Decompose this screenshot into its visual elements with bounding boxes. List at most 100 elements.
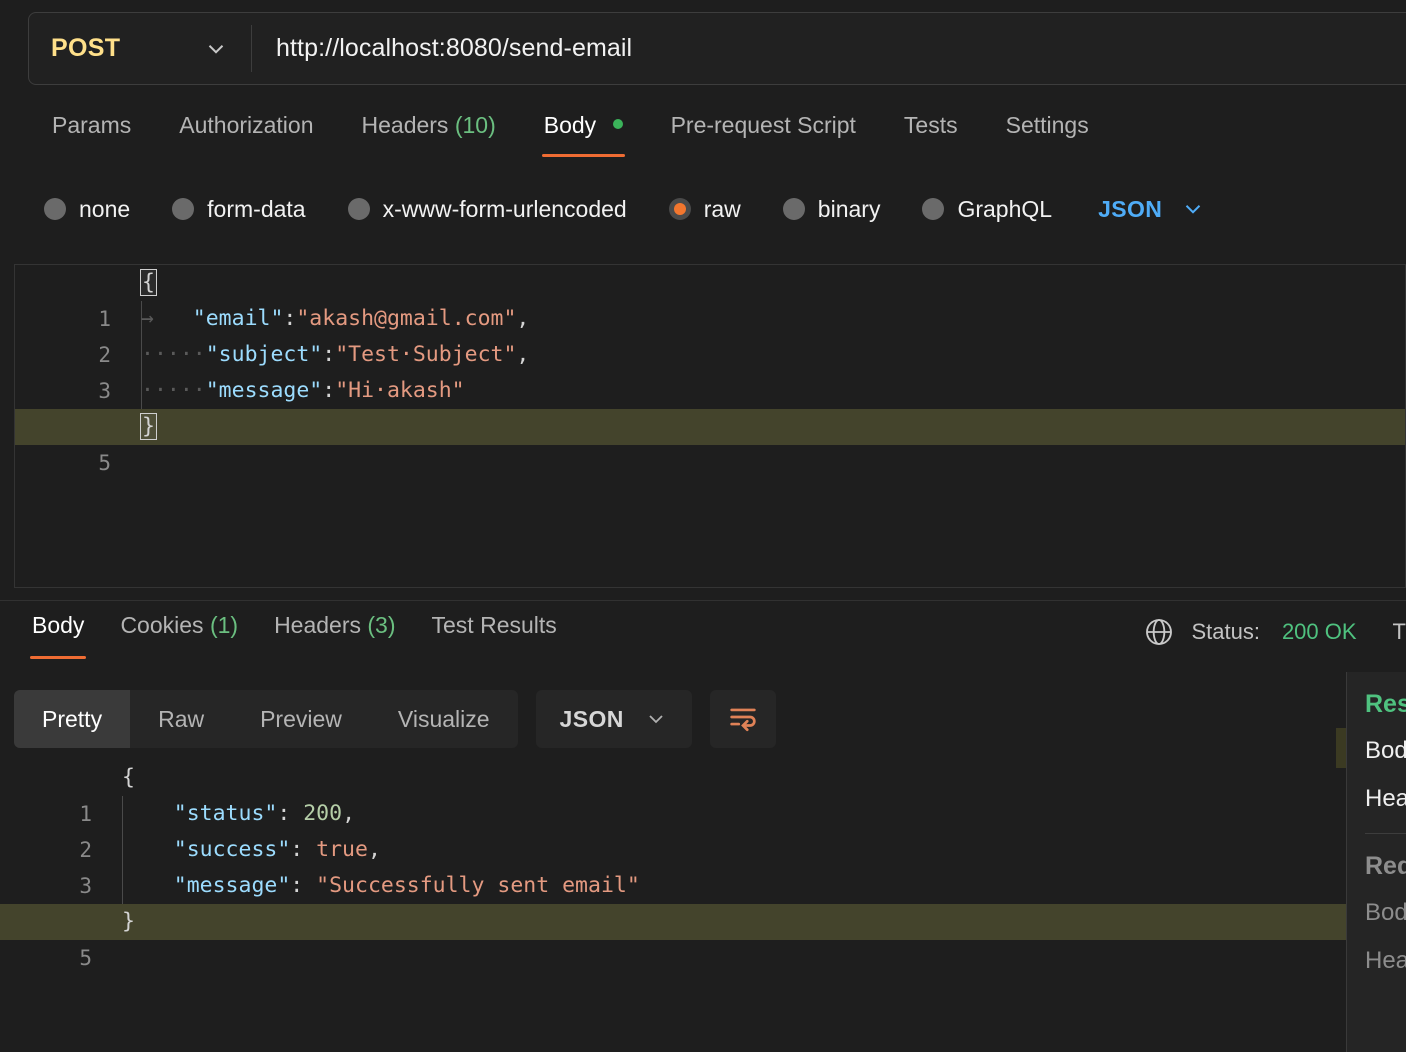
response-tab-cookies-count: (1) (210, 612, 238, 638)
tab-headers[interactable]: Headers (10) (338, 108, 520, 157)
word-wrap-button[interactable] (710, 690, 776, 748)
tab-indent-marker: → (141, 306, 154, 331)
json-key: "message" (174, 873, 291, 898)
side-panel-response-heading: Res (1365, 690, 1406, 719)
code-line: 2 "status": 200, (0, 796, 1406, 832)
json-value: 200 (303, 801, 342, 826)
line-number: 5 (0, 940, 92, 976)
body-type-form-data-label: form-data (207, 196, 305, 223)
request-body-editor[interactable]: 1 { 2 → "email":"akash@gmail.com", 3 ···… (14, 264, 1406, 588)
view-mode-pretty-label: Pretty (42, 706, 102, 733)
side-panel-edge-highlight (1336, 728, 1346, 768)
json-value: "akash@gmail.com" (296, 306, 516, 331)
chevron-down-icon (1180, 196, 1206, 222)
tab-settings-label: Settings (1006, 112, 1089, 138)
url-input[interactable]: http://localhost:8080/send-email (252, 13, 1406, 84)
indent (122, 837, 174, 862)
code-line-active: 5 } (15, 409, 1405, 445)
tab-tests[interactable]: Tests (880, 108, 982, 157)
side-panel-request-headers[interactable]: Hea (1365, 947, 1406, 975)
tab-headers-label: Headers (362, 112, 449, 138)
response-tab-cookies[interactable]: Cookies (1) (102, 608, 256, 659)
radio-selected-icon (669, 198, 691, 220)
radio-icon (348, 198, 370, 220)
tab-body[interactable]: Body (520, 108, 647, 157)
close-brace: } (122, 904, 135, 940)
method-selector[interactable]: POST (29, 13, 251, 84)
comma: , (516, 306, 529, 331)
globe-icon[interactable] (1143, 616, 1175, 648)
comma: , (368, 837, 381, 862)
side-panel-response-body[interactable]: Bod (1365, 737, 1406, 765)
response-time-label: T (1393, 619, 1406, 645)
tab-pre-request-script[interactable]: Pre-request Script (647, 108, 880, 157)
body-type-graphql-label: GraphQL (957, 196, 1052, 223)
view-mode-visualize[interactable]: Visualize (370, 690, 518, 748)
request-tabs: Params Authorization Headers (10) Body P… (0, 108, 1406, 166)
body-type-form-data[interactable]: form-data (172, 196, 305, 223)
status-label: Status: (1191, 619, 1259, 645)
space-indent-marker: ····· (141, 342, 206, 367)
body-type-raw-label: raw (704, 196, 741, 223)
request-format-dropdown[interactable]: JSON (1098, 196, 1206, 223)
response-tab-body[interactable]: Body (14, 608, 102, 659)
tab-params[interactable]: Params (28, 108, 155, 157)
body-type-urlencoded[interactable]: x-www-form-urlencoded (348, 196, 627, 223)
side-panel-request-heading: Req (1365, 852, 1406, 881)
tab-body-label: Body (544, 112, 596, 138)
response-tab-test-results[interactable]: Test Results (414, 608, 575, 659)
response-body-viewer[interactable]: 1 { 2 "status": 200, 3 "success": true, … (0, 760, 1406, 1052)
colon: : (277, 801, 303, 826)
side-panel-request-body[interactable]: Bod (1365, 899, 1406, 927)
response-divider[interactable] (0, 600, 1406, 601)
response-tab-headers[interactable]: Headers (3) (256, 608, 413, 659)
request-code: 1 { 2 → "email":"akash@gmail.com", 3 ···… (15, 265, 1405, 445)
view-mode-preview[interactable]: Preview (232, 690, 370, 748)
tab-authorization[interactable]: Authorization (155, 108, 337, 157)
radio-icon (922, 198, 944, 220)
body-type-graphql[interactable]: GraphQL (922, 196, 1052, 223)
response-view-mode-group: Pretty Raw Preview Visualize (14, 690, 518, 748)
chevron-down-icon (644, 707, 668, 731)
word-wrap-icon (726, 700, 760, 739)
json-key: "email" (193, 306, 284, 331)
open-brace: { (122, 760, 135, 796)
open-brace: { (141, 270, 156, 295)
colon: : (290, 873, 316, 898)
code-line: 1 { (15, 265, 1405, 301)
json-key: "status" (174, 801, 278, 826)
url-text: http://localhost:8080/send-email (276, 34, 632, 63)
tab-headers-count: (10) (455, 112, 496, 138)
json-key: "message" (206, 378, 323, 403)
view-mode-raw[interactable]: Raw (130, 690, 232, 748)
view-mode-pretty[interactable]: Pretty (14, 690, 130, 748)
body-type-none[interactable]: none (44, 196, 130, 223)
postman-request-response-view: POST http://localhost:8080/send-email Pa… (0, 0, 1406, 1052)
body-type-binary-label: binary (818, 196, 881, 223)
body-type-raw[interactable]: raw (669, 196, 741, 223)
code-line: 4 "message": "Successfully sent email" (0, 868, 1406, 904)
code-line: 3 ·····"subject":"Test·Subject", (15, 337, 1405, 373)
view-mode-raw-label: Raw (158, 706, 204, 733)
json-value: "Test·Subject" (335, 342, 516, 367)
json-key: "success" (174, 837, 291, 862)
tab-settings[interactable]: Settings (982, 108, 1113, 157)
body-type-binary[interactable]: binary (783, 196, 881, 223)
side-panel-response-headers[interactable]: Hea (1365, 785, 1406, 813)
body-type-none-label: none (79, 196, 130, 223)
tab-params-label: Params (52, 112, 131, 138)
response-request-side-panel: Res Bod Hea Req Bod Hea (1346, 672, 1406, 1052)
indent (122, 801, 174, 826)
response-view-toolbar: Pretty Raw Preview Visualize JSON (14, 690, 776, 748)
json-key: "subject" (206, 342, 323, 367)
chevron-down-icon (203, 36, 229, 62)
view-mode-preview-label: Preview (260, 706, 342, 733)
code-line: 1 { (0, 760, 1406, 796)
method-label: POST (51, 34, 120, 63)
response-tab-headers-label: Headers (274, 612, 361, 638)
response-tab-cookies-label: Cookies (120, 612, 203, 638)
response-tab-headers-count: (3) (367, 612, 395, 638)
response-format-dropdown[interactable]: JSON (536, 690, 692, 748)
response-tab-body-label: Body (32, 612, 84, 638)
code-line-active: 5 } (0, 904, 1406, 940)
